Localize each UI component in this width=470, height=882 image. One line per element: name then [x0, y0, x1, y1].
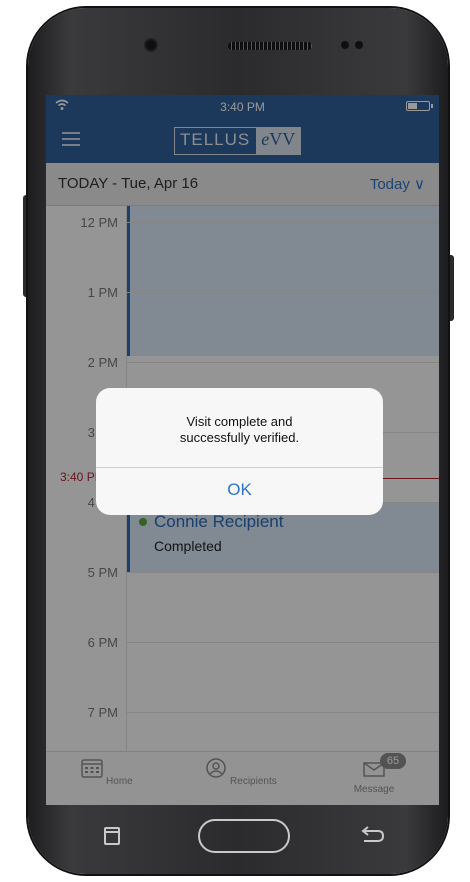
- recent-apps-icon[interactable]: [102, 826, 122, 846]
- front-camera: [144, 38, 158, 52]
- alert-message: Visit complete and successfully verified…: [116, 414, 363, 446]
- back-arrow-icon[interactable]: [358, 824, 386, 846]
- alert-message-line1: Visit complete and: [186, 414, 293, 429]
- home-button[interactable]: [198, 819, 290, 853]
- alert-message-line2: successfully verified.: [179, 430, 300, 445]
- app-screen: 3:40 PM TELLUS eVV TODAY - Tue, Apr 16 T…: [46, 95, 439, 805]
- light-sensor: [355, 41, 363, 49]
- ok-button[interactable]: OK: [96, 467, 383, 515]
- proximity-sensor: [341, 41, 349, 49]
- alert-dialog: Visit complete and successfully verified…: [96, 388, 383, 515]
- power-button: [448, 255, 454, 321]
- earpiece-speaker: [228, 42, 312, 50]
